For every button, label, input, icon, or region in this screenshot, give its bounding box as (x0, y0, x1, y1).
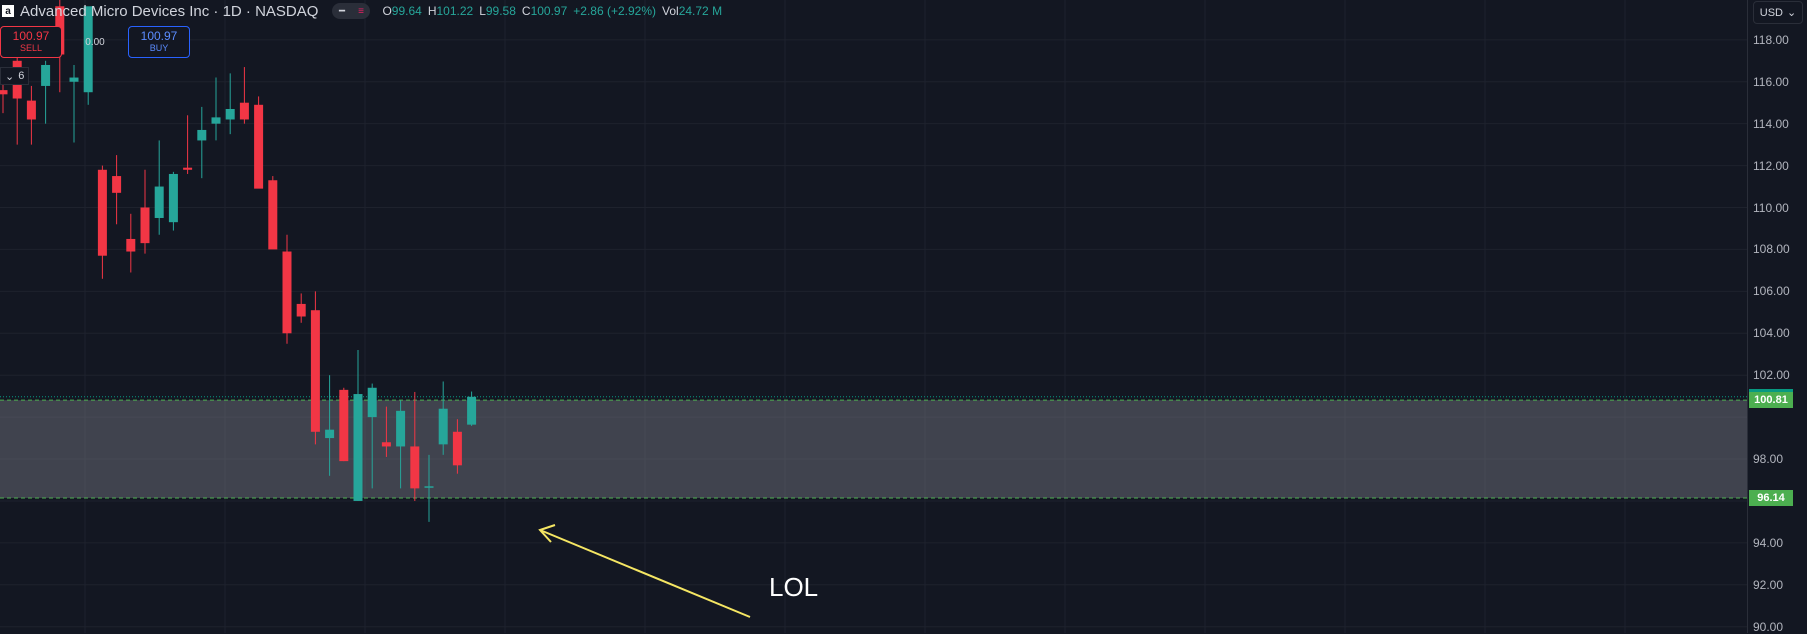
candle-body (410, 446, 420, 489)
price-axis[interactable]: 118.00 116.00 114.00 112.00 110.00 108.00 106.… (1747, 0, 1807, 634)
price-axis-tick: 98.00 (1753, 452, 1784, 467)
buy-button[interactable]: 100.97 BUY (128, 26, 190, 58)
candle-body (438, 408, 448, 445)
candle-body (339, 389, 349, 462)
candle-body (197, 129, 207, 141)
ohlc-legend: O99.64 H101.22 L99.58 C100.97 +2.86 (+2.… (382, 4, 723, 18)
support-zone (0, 400, 1747, 499)
price-axis-tick: 92.00 (1753, 577, 1784, 592)
equals-icon: ≡ (358, 5, 364, 17)
candle-body (0, 90, 8, 95)
candle-body (69, 77, 79, 82)
price-axis-tick: 94.00 (1753, 535, 1784, 550)
candle-body (381, 442, 391, 447)
price-axis-tick: 112.00 (1753, 158, 1789, 173)
trade-panel: 100.97 SELL 0.00 100.97 BUY (0, 26, 190, 58)
price-axis-tick: 118.00 (1753, 32, 1789, 47)
price-axis-tick: 106.00 (1753, 284, 1790, 299)
candle-body (254, 104, 264, 189)
price-axis-tick: 104.00 (1753, 326, 1790, 341)
annotation-text[interactable]: LOL (769, 572, 818, 603)
price-axis-tick: 110.00 (1753, 200, 1789, 215)
candle-body (467, 396, 477, 425)
indicators-collapse-button[interactable]: ⌄ 6 (0, 67, 30, 85)
currency-selector[interactable]: USD ⌄ (1753, 1, 1803, 24)
chart-header: a Advanced Micro Devices Inc · 1D · NASD… (0, 0, 722, 22)
candle-body (112, 176, 122, 193)
sell-button[interactable]: 100.97 SELL (0, 26, 62, 58)
spread-value: 0.00 (85, 36, 105, 48)
chart-area[interactable] (0, 0, 1747, 633)
candle-body (225, 108, 235, 120)
candle-body (168, 173, 178, 223)
candle-body (296, 303, 306, 317)
price-axis-label: 100.81 (1749, 392, 1793, 409)
amd-logo-icon: a (2, 5, 14, 17)
visibility-toggle[interactable]: ━ ≡ (332, 3, 371, 19)
price-axis-tick: 108.00 (1753, 242, 1790, 257)
price-axis-tick: 116.00 (1753, 74, 1789, 89)
candle-body (41, 64, 51, 86)
candle-body (396, 410, 406, 447)
candle-body (353, 394, 363, 501)
candle-body (424, 486, 434, 488)
chevron-down-icon: ⌄ (5, 70, 15, 83)
symbol-title[interactable]: Advanced Micro Devices Inc · 1D · NASDAQ (20, 3, 318, 20)
candle-body (97, 169, 107, 256)
candle-body (211, 117, 221, 124)
candle-body (325, 429, 335, 439)
candle-body (154, 186, 164, 218)
candle-body (367, 387, 377, 418)
candle-body (282, 251, 292, 334)
candle-body (183, 167, 193, 170)
candle-body (26, 100, 36, 120)
candle-body (239, 102, 249, 120)
minus-icon: ━ (338, 5, 345, 17)
price-axis-tick: 114.00 (1753, 116, 1789, 131)
price-chart[interactable] (0, 0, 1747, 633)
price-axis-tick: 90.00 (1753, 619, 1784, 634)
chevron-down-icon: ⌄ (1787, 7, 1797, 19)
change-value: +2.86 (+2.92%) (573, 4, 657, 18)
price-axis-tick: 102.00 (1753, 368, 1790, 383)
candle-body (310, 310, 320, 432)
candle-body (268, 180, 278, 250)
candle-body (140, 207, 150, 244)
candle-body (126, 238, 136, 252)
candle-body (452, 431, 462, 466)
price-axis-label: 96.14 (1749, 490, 1793, 507)
